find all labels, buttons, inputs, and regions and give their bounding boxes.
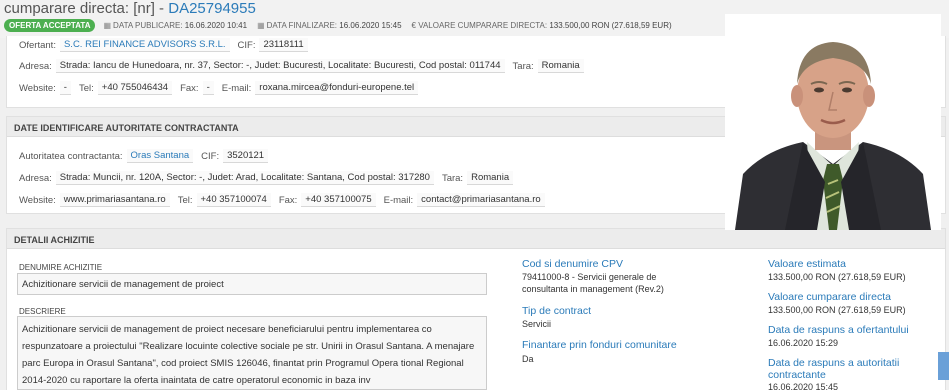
detalii-heading: DETALII ACHIZITIE <box>7 229 945 249</box>
autoritate-country: Romania <box>467 171 514 185</box>
ofertant-fax: - <box>202 81 214 95</box>
ofertant-phone: +40 755046434 <box>97 81 173 95</box>
title-prefix: cumparare directa: [nr] - <box>4 0 169 17</box>
page-title: cumparare directa: [nr] - DA25794955 <box>4 0 256 17</box>
autoritate-cif: 3520121 <box>223 149 269 163</box>
descriere-label: DESCRIERE <box>19 307 66 316</box>
raspuns-autoritate-label: Data de raspuns a autoritatii contractan… <box>768 357 900 381</box>
val-estimata-value: 133.500,00 RON (27.618,59 EUR) <box>768 272 906 282</box>
finalize-date: ▦ DATA FINALIZARE: 16.06.2020 15:45 <box>257 21 402 30</box>
autoritate-name-link[interactable]: Oras Santana <box>126 149 194 163</box>
procurement-code-link[interactable]: DA25794955 <box>168 0 256 17</box>
val-cumparare-label: Valoare cumparare directa <box>768 291 891 303</box>
denumire-label: DENUMIRE ACHIZITIE <box>19 263 103 272</box>
fonduri-value: Da <box>522 354 534 364</box>
cpv-value: 79411000-8 - Servicii generale de consul… <box>522 272 664 294</box>
raspuns-autoritate-value: 16.06.2020 15:45 <box>768 382 839 390</box>
ofertant-name-link[interactable]: S.C. REI FINANCE ADVISORS S.R.L. <box>59 38 230 52</box>
autoritate-address-row: Adresa: Strada: Muncii, nr. 120A, Sector… <box>19 171 521 185</box>
portrait-image <box>725 14 941 230</box>
status-badge: OFERTA ACCEPTATA <box>4 19 96 32</box>
meta-row: OFERTA ACCEPTATA ▦ DATA PUBLICARE: 16.06.… <box>4 19 682 32</box>
tip-value: Servicii <box>522 319 552 329</box>
ofertant-country: Romania <box>537 59 584 73</box>
autoritate-fax: +40 357100075 <box>301 193 376 207</box>
ofertant-row: Ofertant: S.C. REI FINANCE ADVISORS S.R.… <box>19 38 316 52</box>
autoritate-website: www.primariasantana.ro <box>59 193 170 207</box>
publish-date: ▦ DATA PUBLICARE: 16.06.2020 10:41 <box>103 21 248 30</box>
ofertant-cif: 23118111 <box>259 38 308 52</box>
val-estimata-label: Valoare estimata <box>768 258 847 270</box>
ofertant-address: Strada: Iancu de Hunedoara, nr. 37, Sect… <box>55 59 505 73</box>
fonduri-label: Finantare prin fonduri comunitare <box>522 339 677 351</box>
autoritate-row: Autoritatea contractanta: Oras Santana C… <box>19 149 276 163</box>
denumire-field: Achizitionare servicii de management de … <box>17 273 487 295</box>
autoritate-address: Strada: Muncii, nr. 120A, Sector: -, Jud… <box>55 171 434 185</box>
purchase-value: € VALOARE CUMPARARE DIRECTA: 133.500,00 … <box>411 21 672 30</box>
ofertant-address-row: Adresa: Strada: Iancu de Hunedoara, nr. … <box>19 59 592 73</box>
autoritate-phone: +40 357100074 <box>196 193 271 207</box>
descriere-field: Achizitionare servicii de management de … <box>17 316 487 390</box>
val-cumparare-value: 133.500,00 RON (27.618,59 EUR) <box>768 305 906 315</box>
scroll-top-button[interactable] <box>938 352 949 380</box>
ofertant-website: - <box>59 81 71 95</box>
ofertant-contact-row: Website: - Tel: +40 755046434 Fax: - E-m… <box>19 81 426 95</box>
ofertant-email: roxana.mircea@fonduri-europene.tel <box>255 81 419 95</box>
autoritate-contact-row: Website: www.primariasantana.ro Tel: +40… <box>19 193 553 207</box>
cpv-label: Cod si denumire CPV <box>522 258 623 270</box>
autoritate-email: contact@primariasantana.ro <box>417 193 545 207</box>
raspuns-ofertant-value: 16.06.2020 15:29 <box>768 338 839 348</box>
calendar-icon: ▦ <box>257 21 265 30</box>
raspuns-ofertant-label: Data de raspuns a ofertantului <box>768 324 909 336</box>
tip-label: Tip de contract <box>522 305 592 317</box>
portrait-photo <box>725 14 941 230</box>
calendar-icon: ▦ <box>103 21 112 30</box>
